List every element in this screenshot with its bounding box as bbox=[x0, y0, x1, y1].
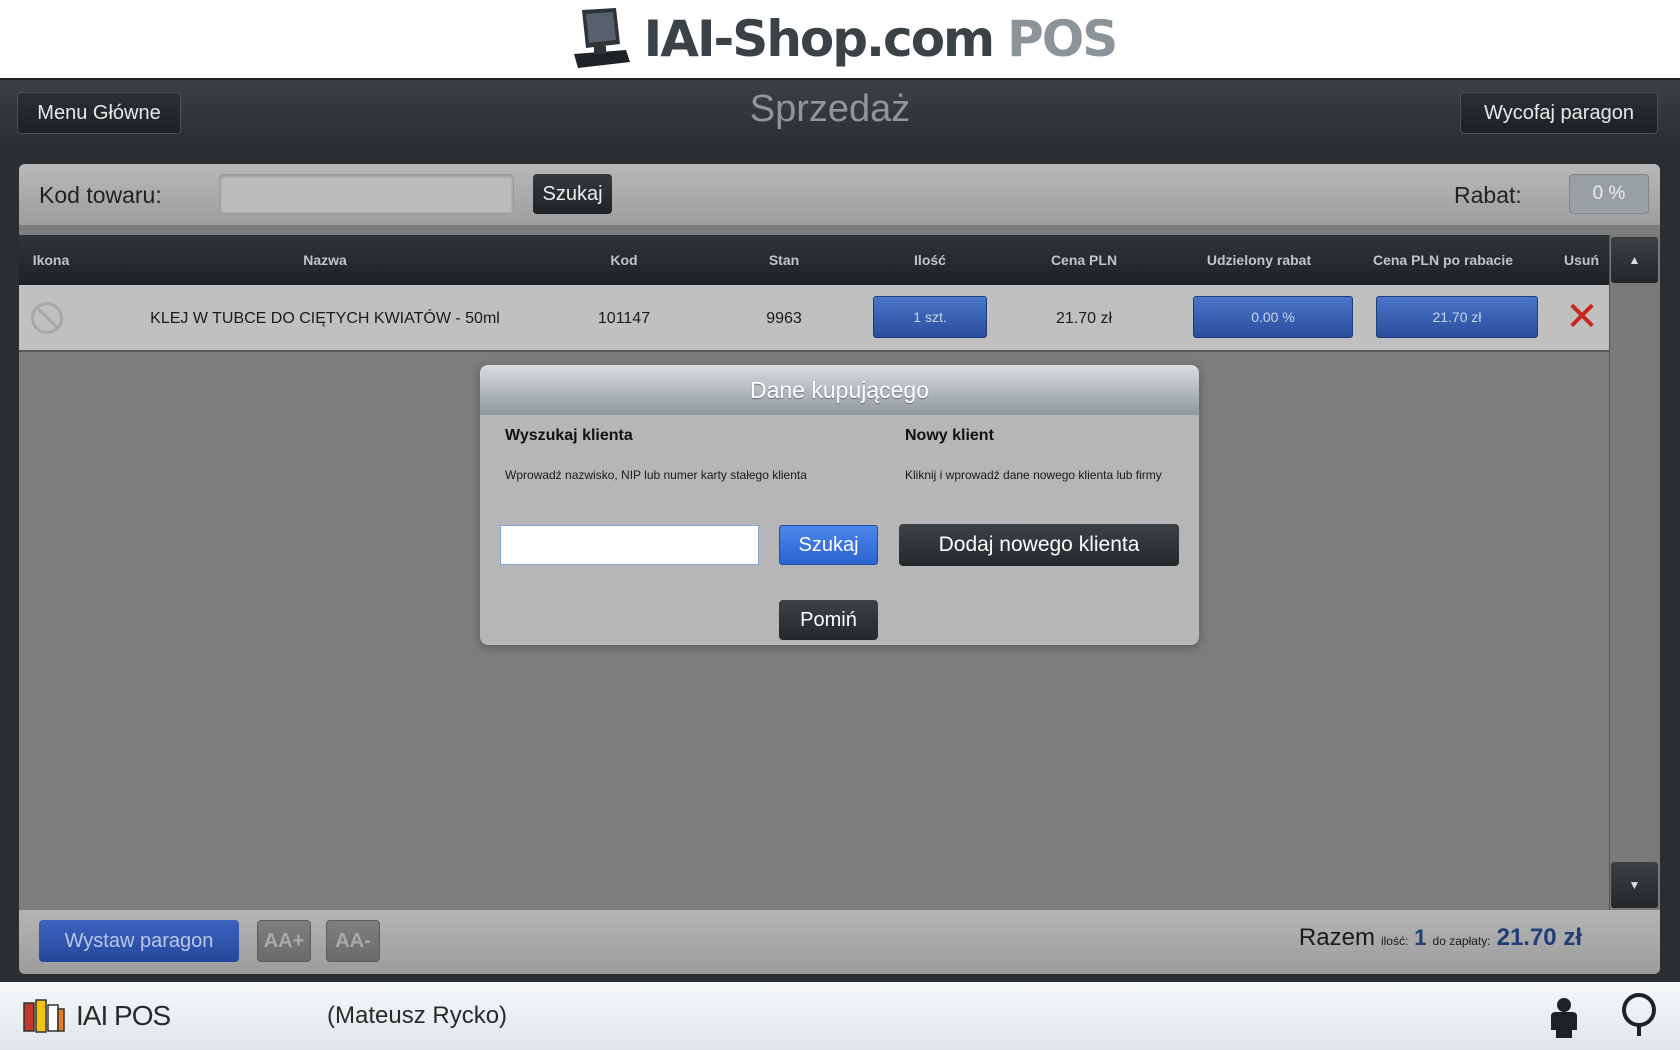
app-logo-icon bbox=[23, 999, 65, 1033]
column-header-discount: Udzielony rabat bbox=[1206, 252, 1312, 268]
product-price: 21.70 zł bbox=[1055, 310, 1113, 327]
column-header-quantity: Ilość bbox=[914, 252, 946, 268]
cancel-receipt-button[interactable]: Wycofaj paragon bbox=[1460, 92, 1658, 134]
table-row[interactable]: KLEJ W TUBCE DO CIĘTYCH KWIATÓW - 50ml 1… bbox=[19, 285, 1609, 352]
totals-summary: Razem ilość: 1 do zapłaty: 21.70 zł bbox=[1299, 924, 1582, 952]
product-code: 101147 bbox=[597, 310, 651, 327]
price-after-discount-button[interactable]: 21.70 zł bbox=[1376, 296, 1538, 338]
product-name: KLEJ W TUBCE DO CIĘTYCH KWIATÓW - 50ml bbox=[150, 310, 500, 327]
logo-text: IAI-Shop.com POS bbox=[643, 10, 1119, 68]
to-pay-label: do zapłaty: bbox=[1432, 934, 1491, 948]
scroll-up-icon[interactable]: ▲ bbox=[1611, 237, 1658, 283]
quantity-button[interactable]: 1 szt. bbox=[873, 296, 987, 338]
skip-button[interactable]: Pomiń bbox=[779, 600, 878, 640]
total-label: Razem bbox=[1298, 924, 1375, 951]
current-user: (Mateusz Rycko) bbox=[327, 1002, 508, 1029]
brand-logo: IAI-Shop.com POS bbox=[564, 4, 1119, 74]
discount-button[interactable]: 0.00 % bbox=[1193, 296, 1353, 338]
dialog-title: Dane kupującego bbox=[480, 365, 1199, 415]
to-pay-value: 21.70 zł bbox=[1496, 924, 1582, 951]
column-header-code: Kod bbox=[610, 252, 638, 268]
pos-terminal-icon bbox=[573, 8, 630, 68]
scroll-down-icon[interactable]: ▼ bbox=[1611, 862, 1658, 908]
product-code-label: Kod towaru: bbox=[39, 182, 162, 208]
app-name: IAI POS bbox=[76, 1000, 171, 1031]
quantity-label: ilość: bbox=[1380, 934, 1409, 948]
help-icon[interactable] bbox=[1619, 992, 1659, 1038]
column-header-name: Nazwa bbox=[303, 252, 347, 268]
discount-field[interactable]: 0 % bbox=[1569, 174, 1649, 214]
column-header-price: Cena PLN bbox=[1050, 252, 1118, 268]
panel-footer: Wystaw paragon AA+ AA- Razem ilość: 1 do… bbox=[19, 910, 1660, 974]
product-search-button[interactable]: Szukaj bbox=[533, 174, 612, 214]
font-decrease-button[interactable]: AA- bbox=[326, 920, 380, 962]
table-header: Ikona Nazwa Kod Stan Ilość Cena PLN Udzi… bbox=[19, 235, 1609, 285]
search-client-heading: Wyszukaj klienta bbox=[505, 427, 633, 444]
quantity-value: 1 bbox=[1414, 925, 1427, 950]
user-icon[interactable] bbox=[1546, 996, 1582, 1038]
product-search-bar: Kod towaru: Szukaj Rabat: 0 % bbox=[19, 164, 1660, 225]
discount-label: Rabat: bbox=[1454, 182, 1522, 208]
navigation-bar: Menu Główne Sprzedaż Wycofaj paragon bbox=[0, 80, 1680, 144]
logo-pos-text: POS bbox=[1007, 10, 1118, 68]
new-client-description: Kliknij i wprowadź dane nowego klienta l… bbox=[905, 468, 1162, 482]
bottom-status-bar: IAI POS (Mateusz Rycko) bbox=[0, 982, 1680, 1050]
column-header-stock: Stan bbox=[768, 252, 800, 268]
product-stock: 9963 bbox=[766, 310, 802, 327]
buyer-data-dialog: Dane kupującego Wyszukaj klienta Wprowad… bbox=[480, 365, 1199, 645]
new-client-heading: Nowy klient bbox=[905, 427, 994, 444]
column-header-icon: Ikona bbox=[32, 252, 70, 268]
font-increase-button[interactable]: AA+ bbox=[257, 920, 311, 962]
client-search-button[interactable]: Szukaj bbox=[779, 525, 878, 565]
no-image-icon bbox=[31, 302, 63, 334]
logo-main-text: IAI-Shop.com bbox=[643, 10, 995, 68]
top-logo-bar: IAI-Shop.com POS bbox=[0, 0, 1680, 80]
search-client-description: Wprowadź nazwisko, NIP lub numer karty s… bbox=[505, 468, 807, 482]
add-new-client-button[interactable]: Dodaj nowego klienta bbox=[899, 524, 1179, 566]
client-search-input[interactable] bbox=[500, 525, 759, 565]
table-scrollbar[interactable] bbox=[1609, 235, 1660, 910]
column-header-price-after: Cena PLN po rabacie bbox=[1372, 252, 1514, 268]
product-code-input[interactable] bbox=[219, 174, 514, 214]
issue-receipt-button[interactable]: Wystaw paragon bbox=[39, 920, 239, 962]
page-title: Sprzedaż bbox=[749, 88, 911, 130]
column-header-delete: Usuń bbox=[1564, 252, 1599, 268]
main-menu-button[interactable]: Menu Główne bbox=[17, 92, 181, 134]
delete-x-icon[interactable]: ✕ bbox=[1564, 297, 1600, 337]
